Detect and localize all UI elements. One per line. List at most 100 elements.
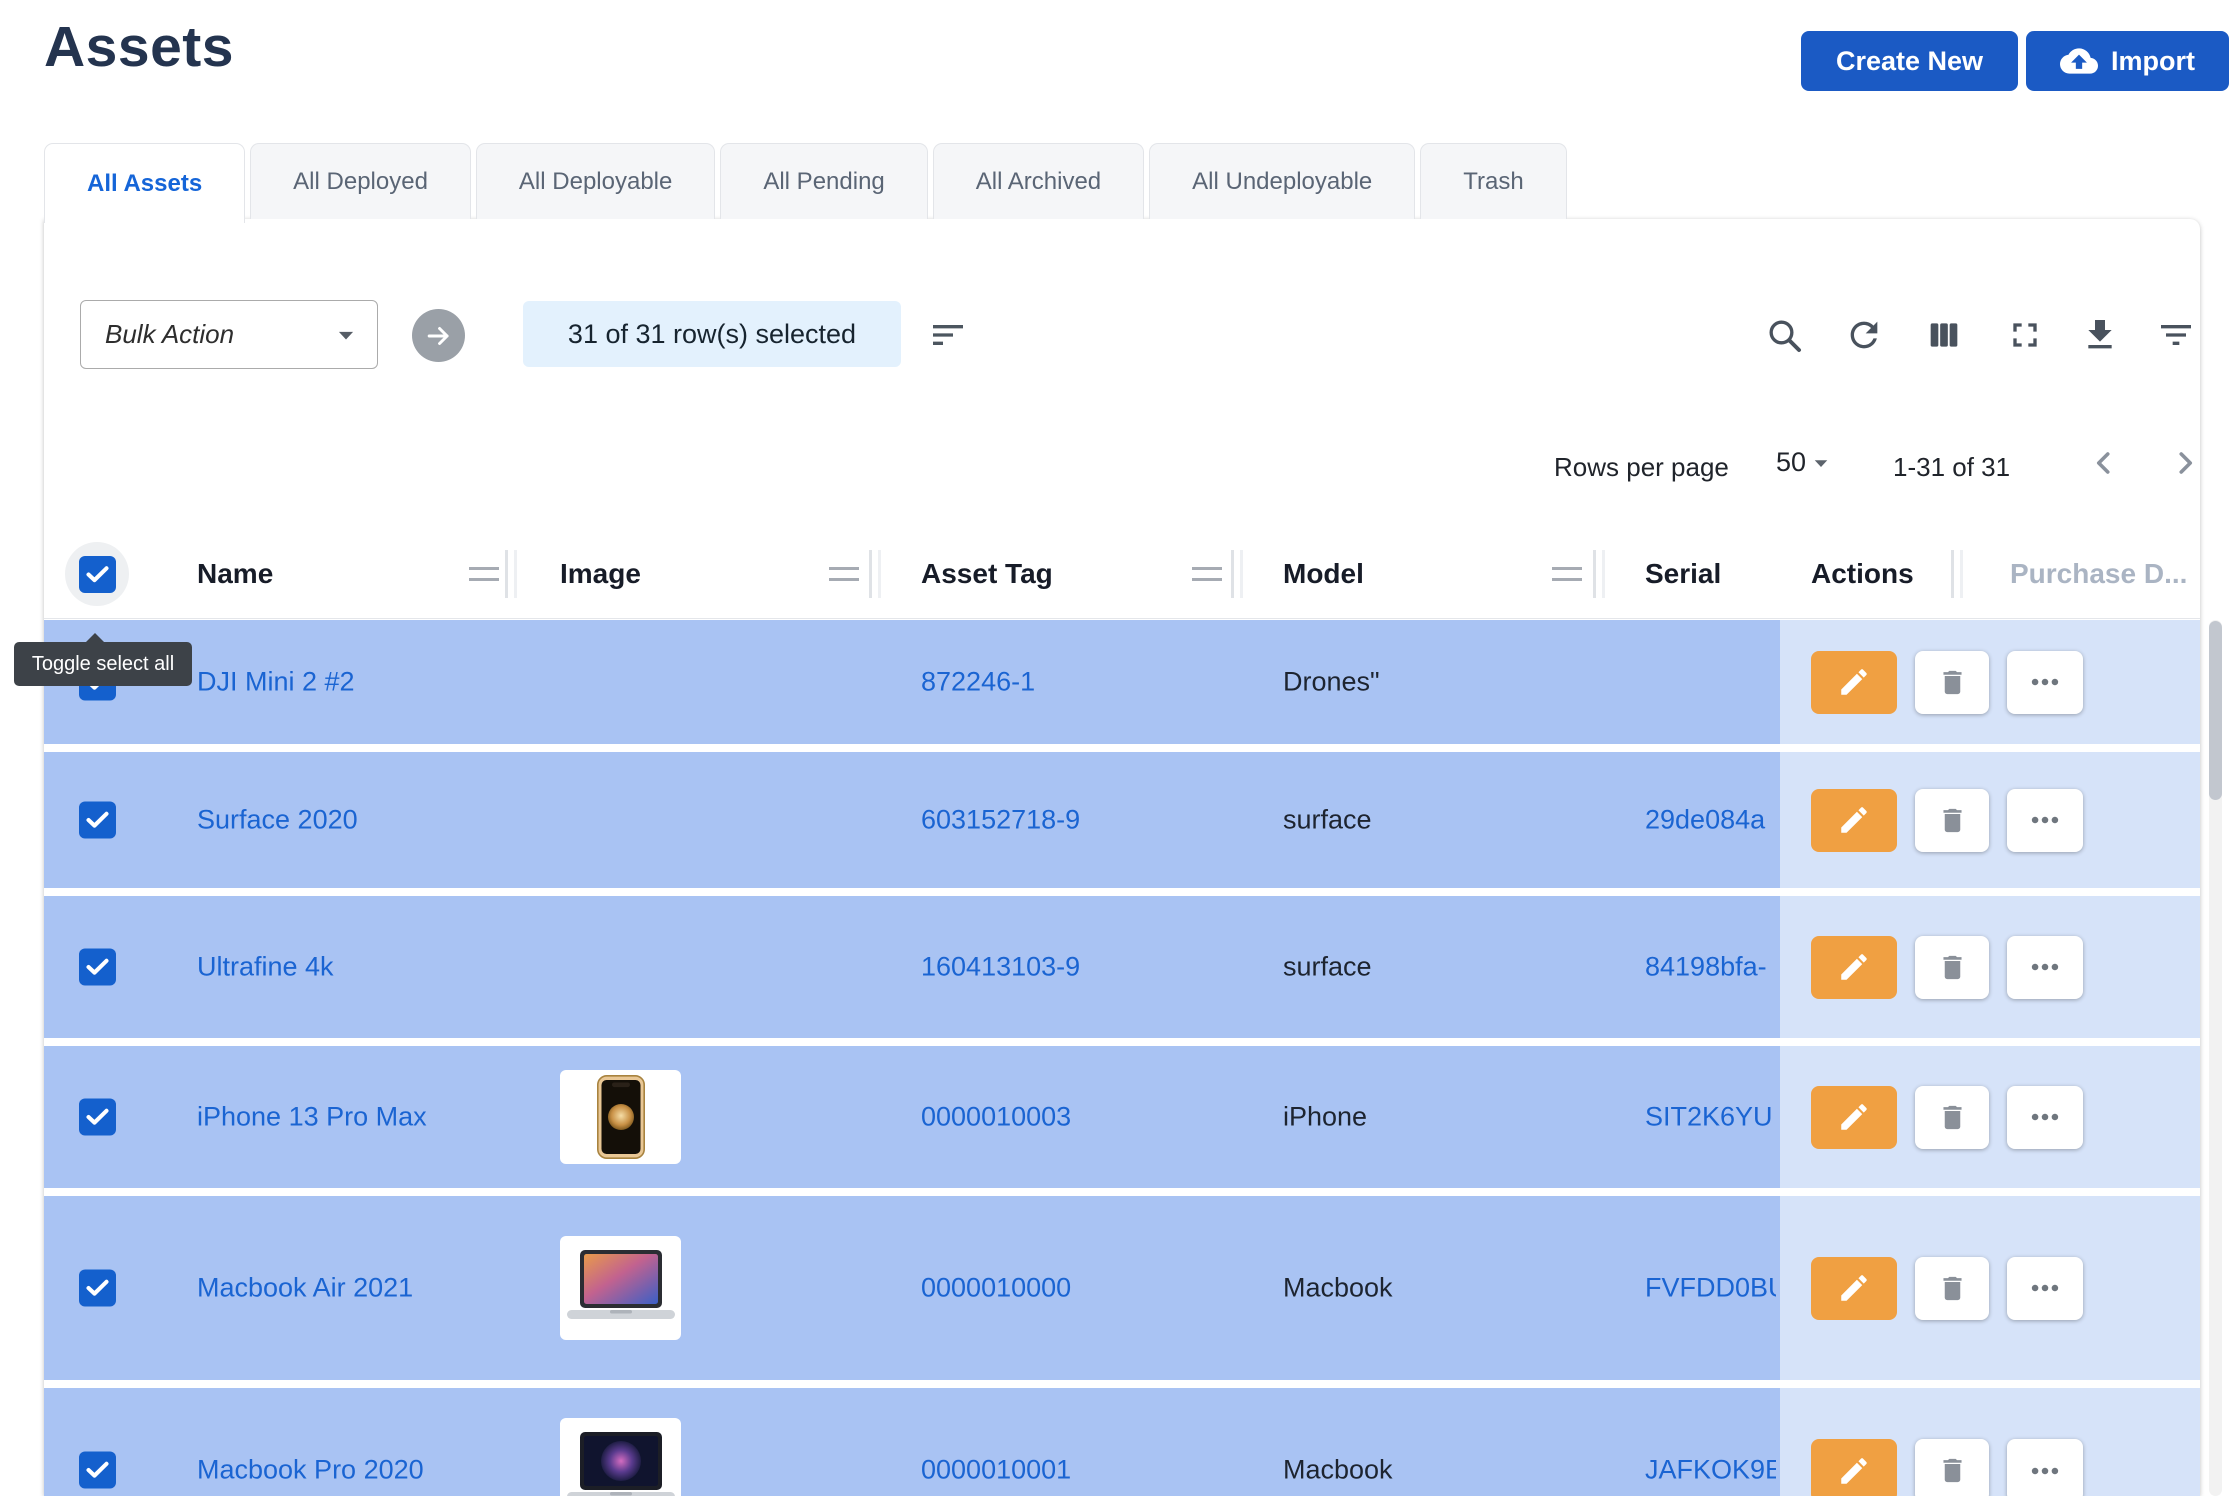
tab-all-deployable[interactable]: All Deployable (476, 143, 715, 219)
asset-model: surface (1283, 805, 1372, 836)
row-checkbox[interactable] (79, 1270, 116, 1307)
edit-button[interactable] (1811, 1086, 1897, 1149)
assets-table-card: Bulk Action 31 of 31 row(s) selected Row… (44, 219, 2200, 1496)
tab-all-archived[interactable]: All Archived (933, 143, 1144, 219)
asset-tag-link[interactable]: 0000010003 (921, 1102, 1071, 1133)
tab-all-assets[interactable]: All Assets (44, 143, 245, 223)
drag-handle-icon[interactable] (469, 567, 499, 581)
select-all-checkbox[interactable] (79, 556, 116, 593)
asset-image-iphone[interactable] (560, 1070, 681, 1164)
drag-handle-icon[interactable] (829, 567, 859, 581)
row-checkbox[interactable] (79, 802, 116, 839)
column-divider[interactable] (505, 550, 508, 598)
more-actions-button[interactable] (2007, 936, 2083, 999)
trash-icon (1937, 1102, 1968, 1133)
delete-button[interactable] (1915, 1086, 1989, 1149)
row-checkbox[interactable] (79, 1099, 116, 1136)
column-divider[interactable] (869, 550, 872, 598)
next-page-button[interactable] (2167, 445, 2200, 481)
apply-bulk-action-button[interactable] (412, 309, 465, 362)
actions-cell (1780, 1046, 2200, 1188)
more-actions-button[interactable] (2007, 1257, 2083, 1320)
tab-all-pending[interactable]: All Pending (720, 143, 927, 219)
asset-serial-link[interactable]: FVFDD0BU (1645, 1273, 1776, 1304)
bulk-action-select[interactable]: Bulk Action (80, 300, 378, 369)
asset-model: Macbook (1283, 1455, 1393, 1486)
pagination-range: 1-31 of 31 (1893, 452, 2010, 483)
check-icon (84, 1275, 111, 1302)
pencil-icon (1837, 950, 1871, 984)
rows-per-page-select[interactable]: 50 (1776, 447, 1836, 478)
edit-button[interactable] (1811, 651, 1897, 714)
column-header-name[interactable]: Name (197, 529, 273, 618)
delete-button[interactable] (1915, 651, 1989, 714)
tab-all-undeployable[interactable]: All Undeployable (1149, 143, 1415, 219)
asset-image-macbook-pro[interactable] (560, 1418, 681, 1496)
edit-button[interactable] (1811, 789, 1897, 852)
asset-name-link[interactable]: iPhone 13 Pro Max (197, 1102, 427, 1133)
asset-name-link[interactable]: Surface 2020 (197, 805, 358, 836)
delete-button[interactable] (1915, 1439, 1989, 1496)
previous-page-button[interactable] (2086, 445, 2122, 481)
rows-per-page-value: 50 (1776, 447, 1806, 478)
edit-button[interactable] (1811, 1439, 1897, 1496)
asset-serial-link[interactable]: 84198bfa- (1645, 952, 1776, 983)
asset-serial-link[interactable]: SIT2K6YU (1645, 1102, 1776, 1133)
create-new-button[interactable]: Create New (1801, 31, 2018, 91)
more-actions-button[interactable] (2007, 651, 2083, 714)
more-actions-button[interactable] (2007, 1439, 2083, 1496)
column-divider[interactable] (1951, 550, 1954, 598)
drag-handle-icon[interactable] (1192, 567, 1222, 581)
columns-icon[interactable] (1924, 315, 1964, 355)
table-row: Macbook Air 2021 0000010000 Macbook FVFD… (44, 1196, 2200, 1380)
delete-button[interactable] (1915, 936, 1989, 999)
asset-image-macbook-air[interactable] (560, 1236, 681, 1340)
delete-button[interactable] (1915, 789, 1989, 852)
column-header-image[interactable]: Image (560, 529, 641, 618)
asset-tag-link[interactable]: 603152718-9 (921, 805, 1080, 836)
delete-button[interactable] (1915, 1257, 1989, 1320)
filter-icon[interactable] (2156, 315, 2196, 355)
fullscreen-icon[interactable] (2005, 315, 2045, 355)
tab-all-deployed[interactable]: All Deployed (250, 143, 471, 219)
scrollbar-thumb[interactable] (2209, 621, 2222, 800)
column-header-purchase-date[interactable]: Purchase D... (2010, 529, 2187, 618)
check-icon (84, 1104, 111, 1131)
asset-name-link[interactable]: Macbook Pro 2020 (197, 1455, 424, 1486)
chevron-right-icon (2167, 445, 2200, 481)
edit-button[interactable] (1811, 936, 1897, 999)
row-checkbox[interactable] (79, 1452, 116, 1489)
asset-name-link[interactable]: DJI Mini 2 #2 (197, 667, 355, 698)
asset-tag-link[interactable]: 0000010000 (921, 1273, 1071, 1304)
asset-name-link[interactable]: Macbook Air 2021 (197, 1273, 413, 1304)
asset-name-link[interactable]: Ultrafine 4k (197, 952, 334, 983)
tab-trash[interactable]: Trash (1420, 143, 1566, 219)
drag-handle-icon[interactable] (1552, 567, 1582, 581)
more-actions-button[interactable] (2007, 1086, 2083, 1149)
import-button[interactable]: Import (2026, 31, 2229, 91)
table-row: Surface 2020 603152718-9 surface 29de084… (44, 752, 2200, 888)
download-icon[interactable] (2080, 315, 2120, 355)
refresh-icon[interactable] (1844, 315, 1884, 355)
asset-serial-link[interactable]: JAFKOK9E (1645, 1455, 1776, 1486)
column-header-model[interactable]: Model (1283, 529, 1364, 618)
column-divider[interactable] (1231, 550, 1234, 598)
asset-tag-link[interactable]: 872246-1 (921, 667, 1035, 698)
asset-tag-link[interactable]: 160413103-9 (921, 952, 1080, 983)
actions-cell (1780, 896, 2200, 1038)
vertical-scrollbar[interactable] (2209, 620, 2222, 1496)
column-header-asset-tag[interactable]: Asset Tag (921, 529, 1053, 618)
check-icon (84, 561, 111, 588)
pencil-icon (1837, 803, 1871, 837)
sort-icon[interactable] (928, 315, 968, 355)
search-icon[interactable] (1764, 315, 1804, 355)
column-divider[interactable] (1593, 550, 1596, 598)
row-checkbox[interactable] (79, 949, 116, 986)
check-icon (84, 954, 111, 981)
cloud-upload-icon (2060, 42, 2098, 80)
more-actions-button[interactable] (2007, 789, 2083, 852)
asset-serial-link[interactable]: 29de084a (1645, 805, 1776, 836)
edit-button[interactable] (1811, 1257, 1897, 1320)
column-header-serial[interactable]: Serial (1645, 529, 1721, 618)
asset-tag-link[interactable]: 0000010001 (921, 1455, 1071, 1486)
